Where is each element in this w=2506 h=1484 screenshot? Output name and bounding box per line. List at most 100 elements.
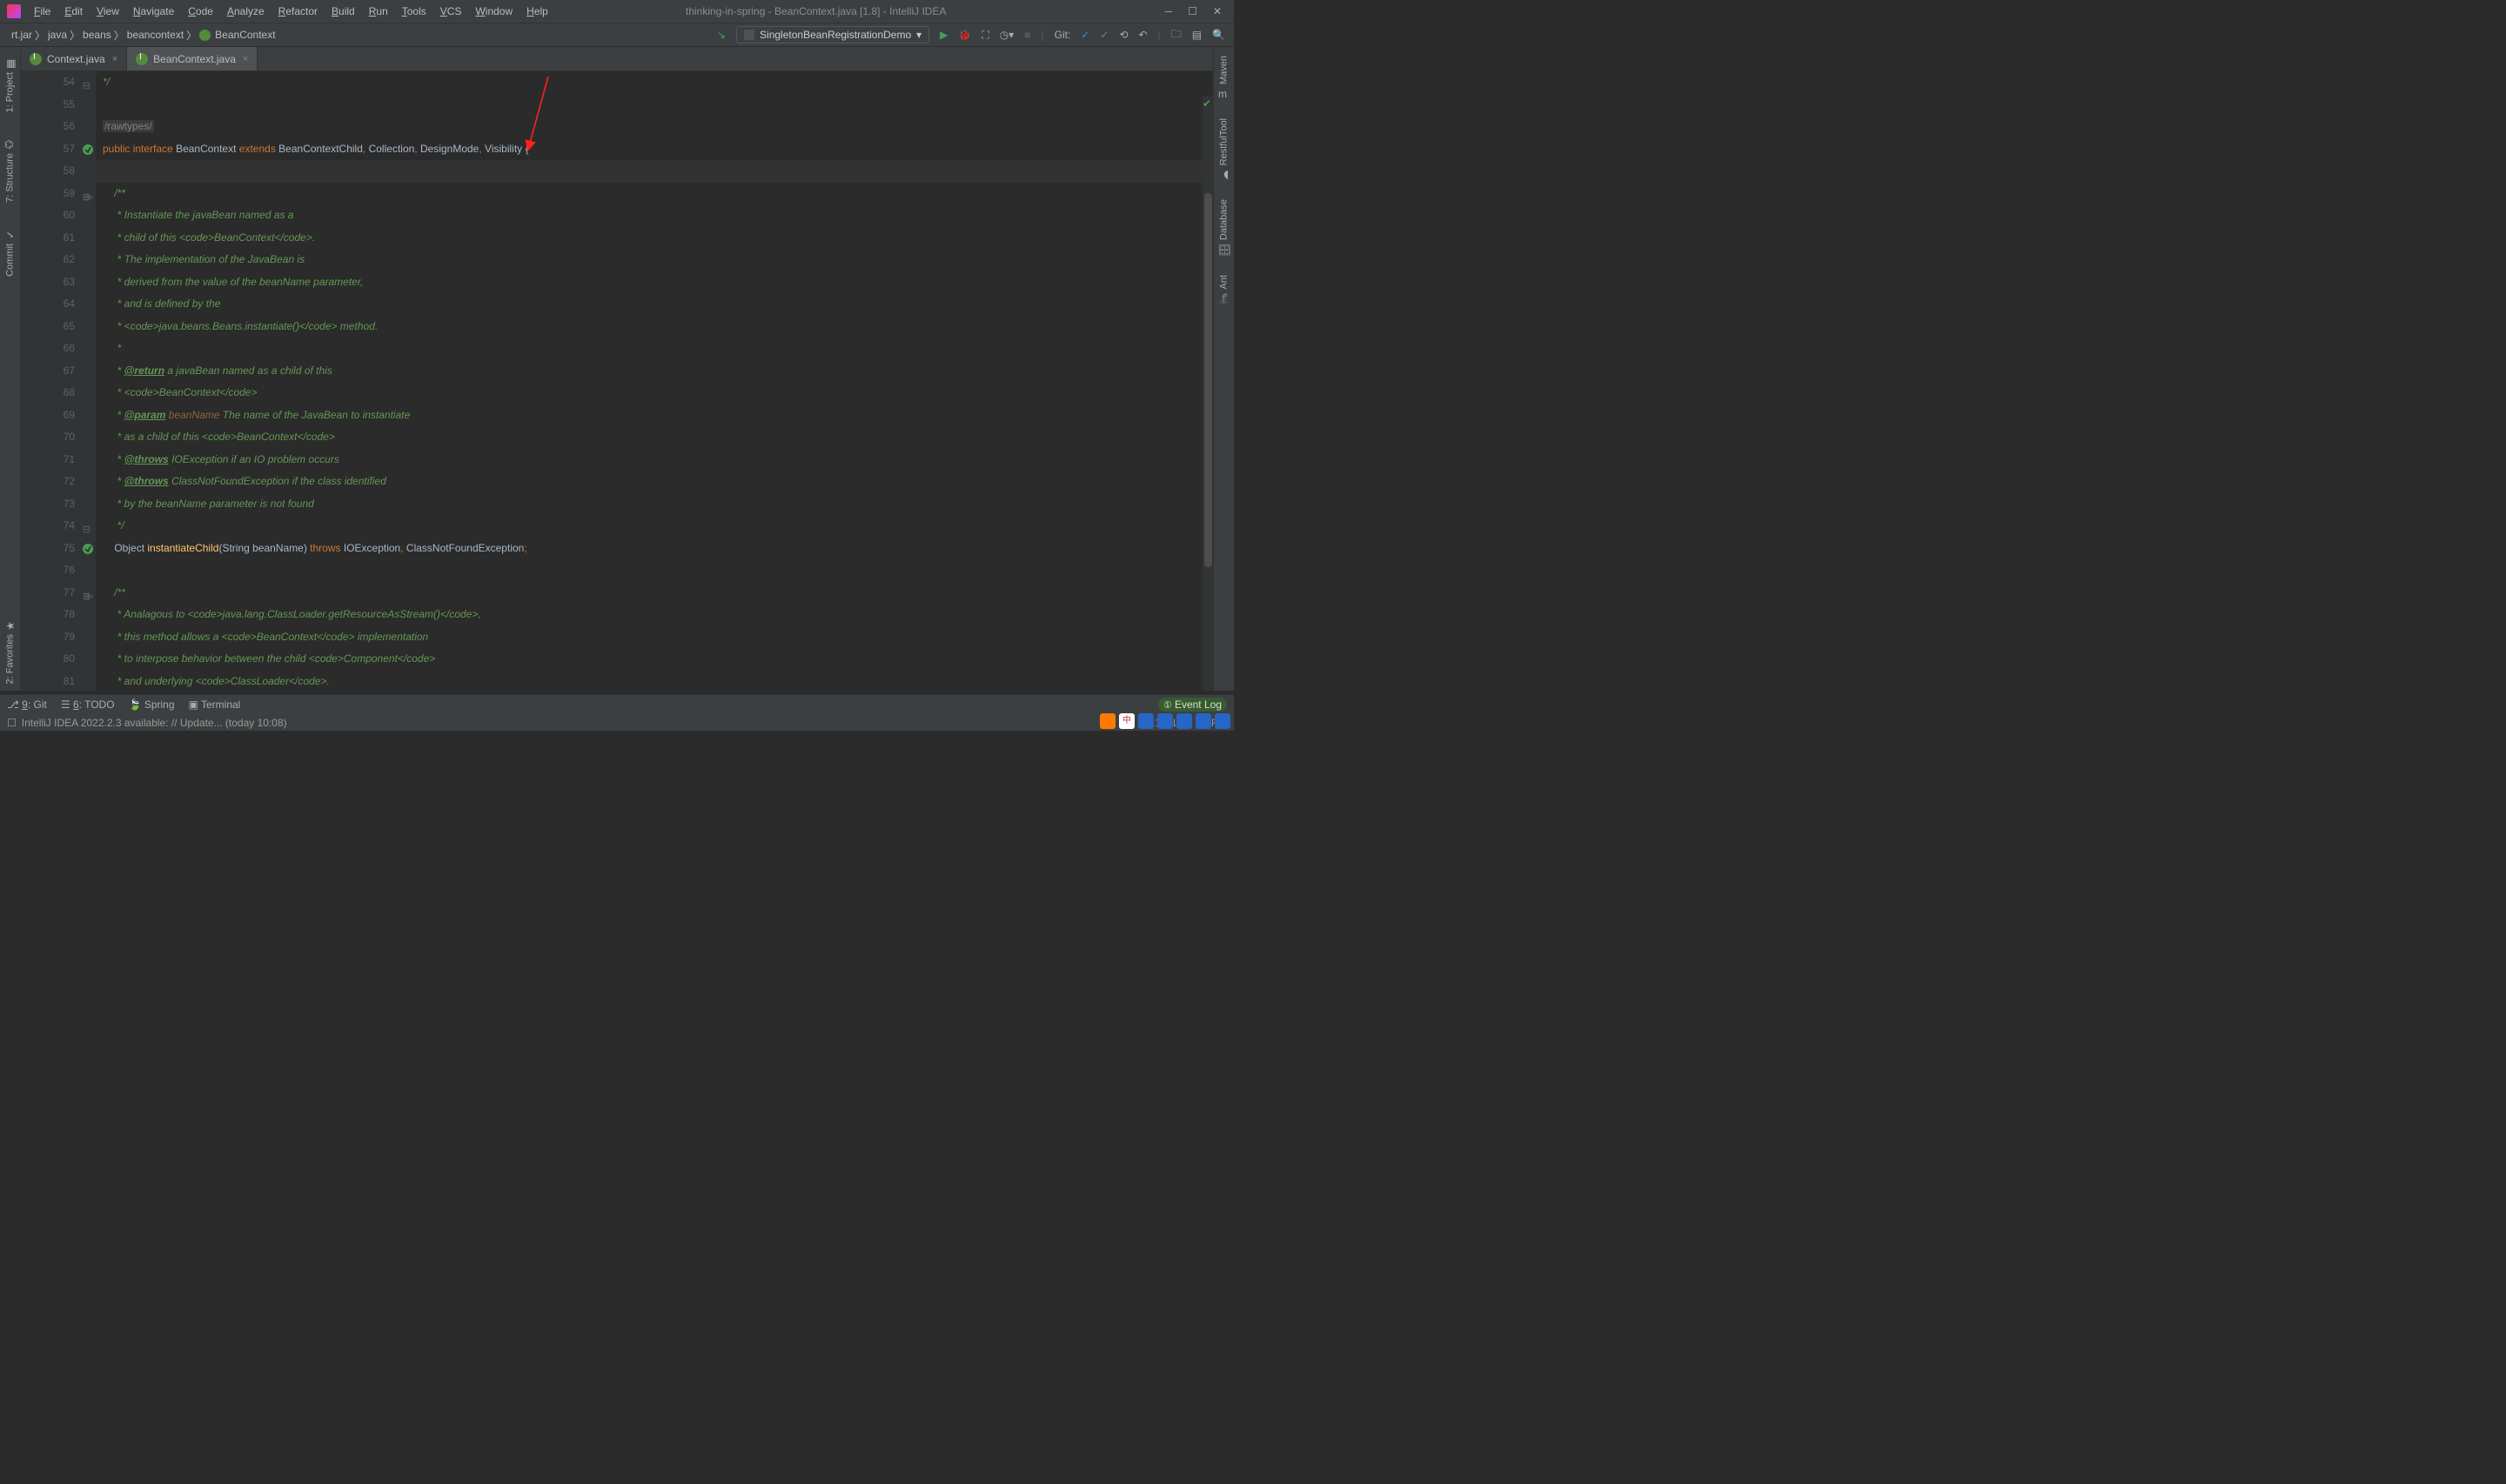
breadcrumb-item[interactable]: beans <box>80 29 114 41</box>
line-number[interactable]: 81 <box>21 671 75 692</box>
menu-vcs[interactable]: VCS <box>434 2 468 21</box>
close-tab-icon[interactable]: × <box>243 54 248 64</box>
status-indicator-icon[interactable]: ☐ <box>7 717 17 729</box>
tool-button-commit[interactable]: Commit ✓ <box>3 222 17 284</box>
line-number[interactable]: 69 <box>21 404 75 427</box>
tool-button-project[interactable]: 1: Project ▦ <box>3 50 17 119</box>
code-line[interactable]: * @throws ClassNotFoundException if the … <box>103 471 1213 493</box>
code-line[interactable]: * and is defined by the <box>103 293 1213 316</box>
code-line[interactable]: * @return a javaBean named as a child of… <box>103 360 1213 383</box>
menu-run[interactable]: Run <box>363 2 394 21</box>
code-line[interactable]: * derived from the value of the beanName… <box>103 271 1213 294</box>
tool-button-maven[interactable]: m Maven <box>1216 49 1231 106</box>
build-icon[interactable]: ↘ <box>717 29 726 41</box>
editor-tab[interactable]: Context.java× <box>21 47 127 70</box>
todo-button[interactable]: ☰ 6: TODO <box>61 699 115 711</box>
code-line[interactable]: /** <box>103 183 1213 205</box>
line-number[interactable]: 55 <box>21 94 75 117</box>
line-number[interactable]: 63 <box>21 271 75 294</box>
tray-icon[interactable] <box>1215 713 1230 729</box>
tool-button-restfultool[interactable]: ☁ RestfulTool <box>1216 111 1231 187</box>
line-number[interactable]: 78 <box>21 604 75 626</box>
line-number[interactable]: 80 <box>21 648 75 671</box>
breadcrumb-item[interactable]: java <box>45 29 70 41</box>
line-number[interactable]: 62 <box>21 249 75 271</box>
fold-icon[interactable]: ⊟ <box>83 519 90 542</box>
tray-ime-icon[interactable]: 中 <box>1119 713 1135 729</box>
tool-button-ant[interactable]: 🐜 Ant <box>1216 268 1231 311</box>
code-line[interactable]: * @throws IOException if an IO problem o… <box>103 449 1213 471</box>
tray-icon[interactable] <box>1176 713 1192 729</box>
line-number[interactable]: 75 <box>21 538 75 560</box>
line-number[interactable]: 66 <box>21 338 75 360</box>
close-tab-icon[interactable]: × <box>112 54 117 64</box>
implements-gutter-icon[interactable] <box>82 543 94 555</box>
line-number[interactable]: 70 <box>21 426 75 449</box>
menu-tools[interactable]: Tools <box>396 2 432 21</box>
editor-tab[interactable]: BeanContext.java× <box>127 47 258 70</box>
line-number[interactable]: 77⊟⊫ <box>21 582 75 605</box>
tray-icon[interactable] <box>1138 713 1154 729</box>
menu-edit[interactable]: Edit <box>58 2 89 21</box>
coverage-icon[interactable]: ⛶ <box>982 29 988 42</box>
code-line[interactable]: */ <box>103 515 1213 538</box>
line-number[interactable]: 67 <box>21 360 75 383</box>
minimize-icon[interactable]: ─ <box>1165 5 1173 17</box>
breadcrumb-item[interactable]: beancontext <box>124 29 186 41</box>
code-line[interactable]: * by the beanName parameter is not found <box>103 493 1213 516</box>
code-line[interactable] <box>103 559 1213 582</box>
menu-code[interactable]: Code <box>182 2 219 21</box>
code-line[interactable]: * Analagous to <code>java.lang.ClassLoad… <box>103 604 1213 626</box>
menu-build[interactable]: Build <box>325 2 361 21</box>
search-icon[interactable]: 🔍 <box>1212 29 1225 41</box>
tray-icon[interactable] <box>1100 713 1116 729</box>
event-log-button[interactable]: ① Event Log <box>1158 698 1227 712</box>
close-icon[interactable]: ✕ <box>1213 5 1222 17</box>
line-number[interactable]: 72 <box>21 471 75 493</box>
code-line[interactable]: * <code>BeanContext</code> <box>103 382 1213 404</box>
code-line[interactable]: * <code>java.beans.Beans.instantiate()</… <box>103 316 1213 338</box>
code-line[interactable]: */ <box>103 71 1213 94</box>
debug-icon[interactable]: 🐞 <box>958 29 971 41</box>
spring-button[interactable]: 🍃 Spring <box>129 699 175 711</box>
fold-icon[interactable]: ⊟ <box>83 76 90 98</box>
line-number[interactable]: 73 <box>21 493 75 516</box>
code-line[interactable]: * this method allows a <code>BeanContext… <box>103 626 1213 649</box>
code-line[interactable]: * @param beanName The name of the JavaBe… <box>103 404 1213 427</box>
line-number[interactable]: 56 <box>21 116 75 138</box>
code-line[interactable]: /rawtypes/ <box>103 116 1213 138</box>
stop-icon[interactable]: ■ <box>1024 29 1030 41</box>
line-number[interactable]: 74⊟ <box>21 515 75 538</box>
menu-analyze[interactable]: Analyze <box>221 2 271 21</box>
tray-icon[interactable] <box>1196 713 1211 729</box>
breadcrumb-item[interactable]: BeanContext <box>197 29 278 41</box>
line-number[interactable]: 57 <box>21 138 75 161</box>
git-history-icon[interactable]: ⟲ <box>1119 29 1128 41</box>
line-number[interactable]: 64 <box>21 293 75 316</box>
line-number[interactable]: 58 <box>21 160 75 183</box>
tool-button-database[interactable]: 🗄 Database <box>1216 192 1231 262</box>
code-line[interactable]: public interface BeanContext extends Bea… <box>103 138 1213 161</box>
line-number[interactable]: 76 <box>21 559 75 582</box>
code-line[interactable]: * and underlying <code>ClassLoader</code… <box>103 671 1213 692</box>
line-number[interactable]: 68 <box>21 382 75 404</box>
code-line[interactable]: * to interpose behavior between the chil… <box>103 648 1213 671</box>
code-line[interactable] <box>103 94 1213 117</box>
git-rollback-icon[interactable]: ↶ <box>1139 29 1148 41</box>
code-line[interactable] <box>103 160 1213 183</box>
tray-icon[interactable] <box>1157 713 1173 729</box>
code-editor[interactable]: 54⊟5556575859⊟⊫6061626364656667686970717… <box>21 71 1213 691</box>
code-content[interactable]: */ /rawtypes/public interface BeanContex… <box>96 71 1213 691</box>
git-branch-button[interactable]: ⎇ 9: Git <box>7 699 47 711</box>
maximize-icon[interactable]: ☐ <box>1188 5 1197 17</box>
terminal-button[interactable]: ▣ Terminal <box>189 699 241 711</box>
line-number[interactable]: 71 <box>21 449 75 471</box>
run-icon[interactable]: ▶ <box>940 29 948 41</box>
line-number[interactable]: 59⊟⊫ <box>21 183 75 205</box>
code-line[interactable]: * <box>103 338 1213 360</box>
code-line[interactable]: * Instantiate the javaBean named as a <box>103 204 1213 227</box>
line-number[interactable]: 61 <box>21 227 75 250</box>
line-number[interactable]: 60 <box>21 204 75 227</box>
implements-gutter-icon[interactable] <box>82 144 94 156</box>
profile-icon[interactable]: ◷▾ <box>1000 29 1015 41</box>
